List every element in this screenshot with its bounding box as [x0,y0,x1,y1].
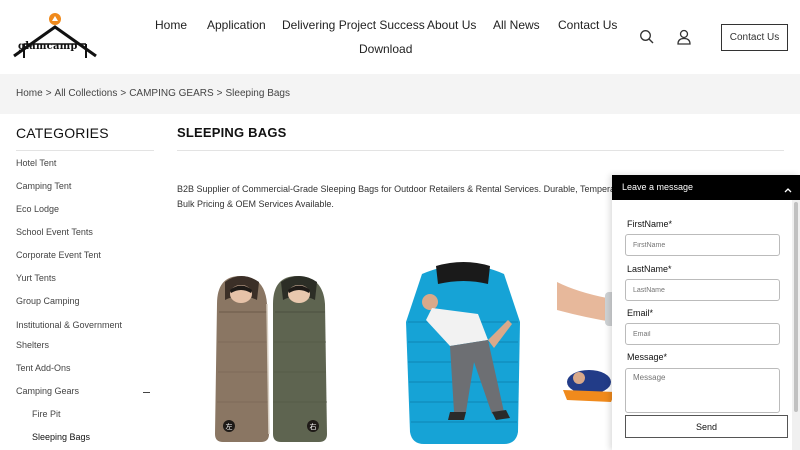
required-mark: * [668,219,673,229]
page-title: SLEEPING BAGS [177,125,287,140]
chevron-up-icon[interactable] [783,182,793,193]
chat-scrollbar[interactable] [792,200,800,450]
category-school-event-tents[interactable]: School Event Tents [16,227,93,237]
breadcrumb-all-collections[interactable]: All Collections [55,88,118,99]
first-name-label: FirstName* [627,219,673,229]
sidebar-title: CATEGORIES [16,125,109,141]
logo-text: glamcamp [18,41,78,52]
divider [177,150,784,151]
category-fire-pit[interactable]: Fire Pit [32,409,61,419]
nav-project-success[interactable]: Delivering Project Success [282,18,425,32]
send-button[interactable]: Send [625,415,788,438]
required-mark: * [649,308,654,318]
email-label: Email* [627,308,654,318]
site-header: glamcamp Home Application Delivering Pro… [0,0,800,74]
category-hotel-tent[interactable]: Hotel Tent [16,158,56,168]
breadcrumb-separator: > [120,88,127,99]
category-tent-add-ons[interactable]: Tent Add-Ons [16,363,71,373]
message-label: Message* [627,352,668,362]
description-line: B2B Supplier of Commercial-Grade Sleepin… [177,184,617,194]
category-camping-tent[interactable]: Camping Tent [16,181,71,191]
required-mark: * [663,352,668,362]
nav-application[interactable]: Application [207,18,266,32]
product-card-image[interactable] [392,262,537,450]
divider [16,150,154,151]
breadcrumb-home[interactable]: Home [16,88,43,99]
user-icon[interactable] [676,29,692,45]
breadcrumb: Home > All Collections > CAMPING GEARS > Sleep… [16,88,290,99]
category-shelters[interactable]: Shelters [16,340,49,350]
breadcrumb-band: Home > All Collections > CAMPING GEARS > Sleep… [0,74,800,114]
nav-all-news[interactable]: All News [493,18,540,32]
logo[interactable]: glamcamp [12,10,98,62]
breadcrumb-current: Sleeping Bags [225,88,291,99]
nav-home[interactable]: Home [155,18,187,32]
breadcrumb-camping-gears[interactable]: CAMPING GEARS [129,88,213,99]
bag-tag-left: 左 [226,422,233,431]
chat-title: Leave a message [622,182,694,192]
last-name-field[interactable] [625,279,780,301]
nav-download[interactable]: Download [359,42,412,56]
chat-header[interactable]: Leave a message [612,175,800,200]
product-card-image[interactable]: 左 右 [195,262,345,450]
contact-us-button[interactable]: Contact Us [721,24,788,51]
category-description: B2B Supplier of Commercial-Grade Sleepin… [177,182,617,214]
message-field[interactable] [625,368,780,413]
leave-message-widget: Leave a message FirstName* LastName* Ema… [612,175,800,450]
category-camping-gears[interactable]: Camping Gears [16,386,79,396]
collapse-icon[interactable] [143,392,150,393]
nav-about-us[interactable]: About Us [427,18,476,32]
last-name-label: LastName* [627,264,672,274]
product-card-image[interactable] [557,262,617,422]
description-line: Bulk Pricing & OEM Services Available. [177,199,334,209]
category-yurt-tents[interactable]: Yurt Tents [16,273,56,283]
email-field[interactable] [625,323,780,345]
category-sleeping-bags[interactable]: Sleeping Bags [32,432,90,442]
category-sidebar: CATEGORIES Hotel Tent Camping Tent Eco L… [16,114,154,450]
category-corporate-event-tent[interactable]: Corporate Event Tent [16,250,101,260]
category-institutional-government[interactable]: Institutional & Government [16,320,122,330]
search-icon[interactable] [639,29,655,45]
breadcrumb-separator: > [45,88,52,99]
main-nav: Home Application Delivering Project Succ… [140,0,630,74]
breadcrumb-separator: > [216,88,223,99]
required-mark: * [668,264,672,274]
scrollbar-thumb[interactable] [794,202,798,412]
bag-tag-right: 右 [310,422,317,431]
page: glamcamp Home Application Delivering Pro… [0,0,800,450]
nav-contact-us[interactable]: Contact Us [558,18,617,32]
logo-mark [13,13,97,58]
category-group-camping[interactable]: Group Camping [16,296,80,306]
category-eco-lodge[interactable]: Eco Lodge [16,204,59,214]
first-name-field[interactable] [625,234,780,256]
